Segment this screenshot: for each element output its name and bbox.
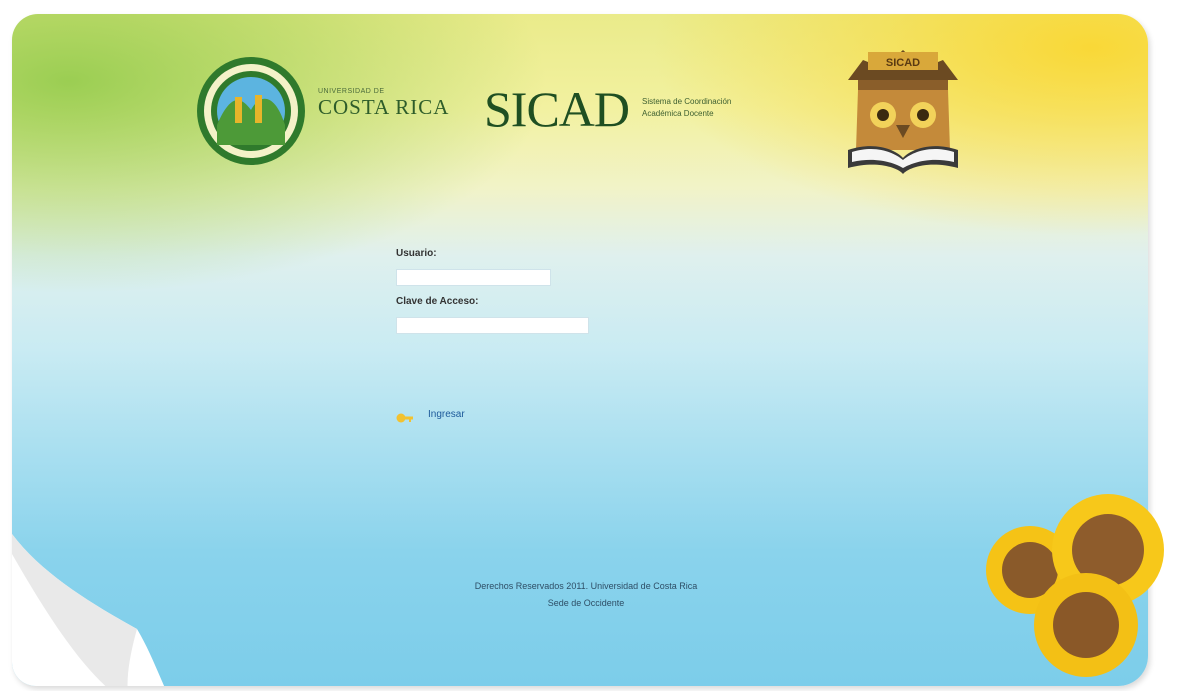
sicad-subtitle-line2: Académica Docente <box>642 109 714 118</box>
password-label: Clave de Acceso: <box>396 296 479 307</box>
ucr-seal-logo <box>197 57 305 165</box>
page-curl-decoration <box>12 534 165 686</box>
sicad-title: SICAD <box>484 81 630 137</box>
key-icon <box>396 413 413 423</box>
ucr-top-text: UNIVERSIDAD DE <box>318 88 385 95</box>
sunflowers-decoration <box>986 494 1164 677</box>
ucr-wordmark: UNIVERSIDAD DE COSTA RICA <box>318 88 478 120</box>
footer: Derechos Reservados 2011. Universidad de… <box>396 578 776 612</box>
sicad-owl-emblem: SICAD <box>848 50 958 174</box>
sicad-subtitle-line1: Sistema de Coordinación <box>642 97 732 106</box>
login-action[interactable]: Ingresar <box>396 403 465 425</box>
emblem-label: SICAD <box>886 57 920 69</box>
login-form: Usuario: Clave de Acceso: <box>396 248 656 334</box>
ucr-name-text: COSTA RICA <box>318 95 450 119</box>
footer-copyright: Derechos Reservados 2011. Universidad de… <box>474 581 698 591</box>
login-link[interactable]: Ingresar <box>428 409 465 420</box>
password-input[interactable] <box>396 317 589 334</box>
sicad-subtitle: Sistema de Coordinación Académica Docent… <box>642 96 842 120</box>
user-label: Usuario: <box>396 248 437 259</box>
user-input[interactable] <box>396 269 551 286</box>
footer-campus: Sede de Occidente <box>547 598 625 608</box>
